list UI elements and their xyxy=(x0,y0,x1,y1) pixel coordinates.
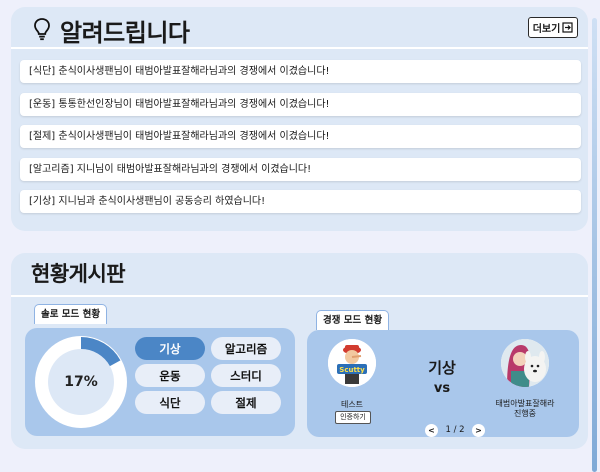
notice-item[interactable]: [운동] 통통한선인장님이 태범아발표잘해라님과의 경쟁에서 이겼습니다! xyxy=(20,92,581,116)
right-player-name: 태범아발표잘해라 xyxy=(495,399,555,408)
avatar-sign-text: Scutty xyxy=(339,366,365,374)
board-title: 현황게시판 xyxy=(31,262,126,286)
category-abstinence-button[interactable]: 절제 xyxy=(211,391,281,414)
category-grid: 기상 알고리즘 운동 스터디 식단 절제 xyxy=(135,337,283,414)
competition-mode-tab: 경쟁 모드 현황 xyxy=(316,310,390,330)
board-divider xyxy=(11,295,588,297)
solo-mode-tab: 솔로 모드 현황 xyxy=(34,304,108,324)
notice-panel: 알려드립니다 더보기 [식단] 춘식이사생팬님이 태범아발표잘해라님과의 경쟁에… xyxy=(11,7,588,231)
progress-label: 17% xyxy=(64,374,98,390)
pinocchio-avatar: Scutty xyxy=(328,339,376,387)
pager-next-button[interactable]: > xyxy=(472,423,485,437)
notice-header: 알려드립니다 더보기 xyxy=(11,7,588,47)
vs-label: vs xyxy=(433,381,451,396)
competition-mode-card: Scutty 테스트 인증하기 기상 vs 태범아발표잘해라 진행중 < 1 /… xyxy=(307,330,579,437)
category-algorithm-button[interactable]: 알고리즘 xyxy=(211,337,281,360)
right-player-status: 진행중 xyxy=(513,409,537,418)
notice-list: [식단] 춘식이사생팬님이 태범아발표잘해라님과의 경쟁에서 이겼습니다! [운… xyxy=(20,60,581,223)
notice-item[interactable]: [기상] 지니님과 춘식이사생팬님이 공동승리 하였습니다! xyxy=(20,190,581,213)
category-study-button[interactable]: 스터디 xyxy=(211,364,281,387)
certify-button[interactable]: 인증하기 xyxy=(335,411,371,424)
category-exercise-button[interactable]: 운동 xyxy=(135,364,205,387)
pager-text: 1 / 2 xyxy=(445,425,465,435)
solo-mode-card: 17% 기상 알고리즘 운동 스터디 식단 절제 xyxy=(25,328,295,436)
more-button[interactable]: 더보기 xyxy=(528,17,578,38)
girl-with-dog-avatar xyxy=(501,339,549,387)
category-wakeup-button[interactable]: 기상 xyxy=(135,337,205,360)
category-diet-button[interactable]: 식단 xyxy=(135,391,205,414)
left-player-name: 테스트 xyxy=(340,400,364,409)
page-scrollbar[interactable] xyxy=(592,18,597,472)
status-board-panel: 현황게시판 솔로 모드 현황 17% 기상 알고리즘 운동 스터디 식단 절제 … xyxy=(11,253,588,449)
notice-item[interactable]: [절제] 춘식이사생팬님이 태범아발표잘해라님과의 경쟁에서 이겼습니다! xyxy=(20,125,581,148)
pager-prev-button[interactable]: < xyxy=(425,423,438,437)
more-button-label: 더보기 xyxy=(532,24,561,35)
notice-item[interactable]: [알고리즘] 지니님이 태범아발표잘해라님과의 경쟁에서 이겼습니다! xyxy=(20,157,581,181)
notice-divider xyxy=(11,47,588,49)
exit-arrow-icon xyxy=(562,22,573,33)
right-player-info: 태범아발표잘해라 진행중 xyxy=(475,399,575,419)
notice-item[interactable]: [식단] 춘식이사생팬님이 태범아발표잘해라님과의 경쟁에서 이겼습니다! xyxy=(20,60,581,83)
competition-pager: < 1 / 2 > xyxy=(425,423,485,437)
competition-category: 기상 xyxy=(428,359,456,377)
notice-title: 알려드립니다 xyxy=(60,19,190,47)
lightbulb-icon xyxy=(34,18,50,41)
